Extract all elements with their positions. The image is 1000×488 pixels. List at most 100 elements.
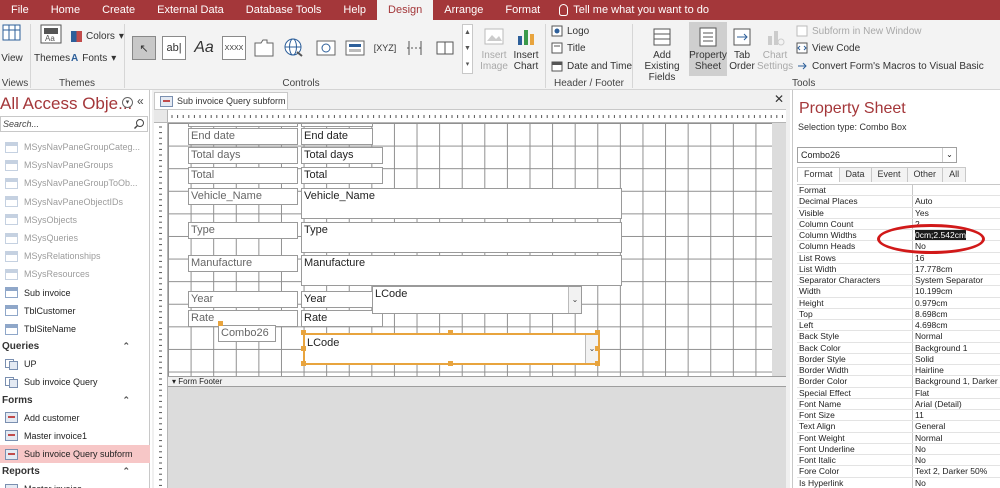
- property-row[interactable]: Special Effect Flat: [797, 387, 1000, 399]
- property-row[interactable]: Is Hyperlink No: [797, 477, 1000, 488]
- property-row[interactable]: Font Underline No: [797, 443, 1000, 455]
- form-selector[interactable]: [154, 110, 168, 123]
- gallery-scroll[interactable]: ▲ ▼ ▾: [462, 24, 473, 74]
- nav-item-msysnavpanegroupcateg[interactable]: MSysNavPaneGroupCateg...: [0, 138, 150, 156]
- property-row[interactable]: Column Heads No: [797, 241, 1000, 253]
- ribbon-tab-create[interactable]: Create: [91, 0, 146, 20]
- tell-me-box[interactable]: Tell me what you want to do: [551, 4, 709, 16]
- ribbon-tab-home[interactable]: Home: [40, 0, 91, 20]
- label-year[interactable]: Year: [188, 291, 298, 308]
- nav-search-input[interactable]: Search...: [0, 116, 148, 132]
- chevron-down-icon[interactable]: ⌄: [568, 287, 581, 313]
- property-value[interactable]: Background 1, Darker: [913, 376, 1000, 386]
- resize-handle-sw[interactable]: [301, 361, 306, 366]
- nav-item-tblsitename[interactable]: TblSiteName: [0, 320, 150, 338]
- property-value[interactable]: Text 2, Darker 50%: [913, 466, 1000, 476]
- nav-item-msysrelationships[interactable]: MSysRelationships: [0, 247, 150, 265]
- property-value[interactable]: General: [913, 421, 1000, 431]
- tab-control-tool[interactable]: [252, 36, 276, 60]
- property-value[interactable]: No: [913, 241, 1000, 251]
- document-tab[interactable]: Sub invoice Query subform: [154, 92, 288, 109]
- convert-macros-button[interactable]: Convert Form's Macros to Visual Basic: [796, 60, 984, 72]
- move-handle[interactable]: [218, 321, 223, 326]
- nav-item-add-customer[interactable]: Add customer: [0, 409, 150, 427]
- view-button[interactable]: View: [0, 23, 24, 64]
- label-total[interactable]: Total: [188, 167, 298, 184]
- nav-group-forms[interactable]: Forms ⌃: [0, 392, 150, 409]
- property-value[interactable]: Solid: [913, 354, 1000, 364]
- nav-item-msysqueries[interactable]: MSysQueries: [0, 229, 150, 247]
- label-top-partial[interactable]: [188, 123, 298, 127]
- property-value[interactable]: Flat: [913, 388, 1000, 398]
- control-selector[interactable]: Combo26 ⌄: [797, 147, 957, 163]
- property-tab-event[interactable]: Event: [870, 167, 908, 182]
- property-value[interactable]: No: [913, 444, 1000, 454]
- property-value[interactable]: Auto: [913, 196, 1000, 206]
- property-row[interactable]: Font Name Arial (Detail): [797, 398, 1000, 410]
- property-row[interactable]: Width 10.199cm: [797, 286, 1000, 298]
- title-button[interactable]: Title: [551, 42, 586, 54]
- textbox-year[interactable]: Year: [301, 291, 373, 308]
- label-total-days[interactable]: Total days: [188, 147, 298, 164]
- nav-pane-title[interactable]: All Access Obje...: [0, 94, 132, 114]
- textbox-top-partial[interactable]: [301, 123, 373, 127]
- ribbon-tab-format[interactable]: Format: [494, 0, 551, 20]
- textbox-rate[interactable]: Rate: [301, 310, 383, 327]
- nav-item-tblcustomer[interactable]: TblCustomer: [0, 302, 150, 320]
- nav-item-msysnavpanegroups[interactable]: MSysNavPaneGroups: [0, 156, 150, 174]
- chevron-up-icon[interactable]: ⌃: [122, 466, 130, 477]
- property-value[interactable]: System Separator: [913, 275, 1000, 285]
- textbox-tool[interactable]: ab|: [162, 36, 186, 60]
- nav-item-msysnavpaneobjectids[interactable]: MSysNavPaneObjectIDs: [0, 193, 150, 211]
- fonts-button[interactable]: A Fonts ▾: [71, 53, 116, 64]
- property-row[interactable]: Fore Color Text 2, Darker 50%: [797, 466, 1000, 478]
- ribbon-tab-database-tools[interactable]: Database Tools: [235, 0, 333, 20]
- property-row[interactable]: Border Style Solid: [797, 353, 1000, 365]
- hyperlink-tool[interactable]: [282, 36, 306, 60]
- insert-image-button[interactable]: Insert Image: [478, 26, 510, 72]
- property-value[interactable]: No: [913, 478, 1000, 488]
- nav-menu-icon[interactable]: ▾: [122, 97, 133, 108]
- chevron-down-icon[interactable]: ⌄: [942, 148, 956, 162]
- tab-order-button[interactable]: Tab Order: [728, 26, 756, 72]
- nav-item-master-invoice[interactable]: Master invoice: [0, 480, 150, 488]
- textbox-type[interactable]: Type: [301, 222, 622, 253]
- insert-chart-button[interactable]: Insert Chart: [511, 26, 541, 72]
- resize-handle-se[interactable]: [595, 361, 600, 366]
- nav-item-msysobjects[interactable]: MSysObjects: [0, 211, 150, 229]
- resize-handle-n[interactable]: [448, 330, 453, 335]
- property-value[interactable]: 8.698cm: [913, 309, 1000, 319]
- property-tab-data[interactable]: Data: [838, 167, 872, 182]
- resize-handle-e[interactable]: [595, 346, 600, 351]
- textbox-manufacture[interactable]: Manufacture: [301, 255, 622, 286]
- shutter-bar-close-icon[interactable]: «: [137, 94, 144, 108]
- property-value[interactable]: 10.199cm: [913, 286, 1000, 296]
- label-end-date[interactable]: End date: [188, 128, 298, 145]
- nav-item-sub-invoice-query[interactable]: Sub invoice Query: [0, 373, 150, 391]
- form-footer-bar[interactable]: ▾ Form Footer: [168, 376, 786, 387]
- textbox-total-days[interactable]: Total days: [301, 147, 383, 164]
- resize-handle-nw[interactable]: [301, 330, 306, 335]
- colors-button[interactable]: Colors ▾: [71, 31, 124, 42]
- property-row[interactable]: Text Align General: [797, 421, 1000, 433]
- close-icon[interactable]: ✕: [774, 92, 784, 106]
- property-value[interactable]: 0.979cm: [913, 298, 1000, 308]
- property-value[interactable]: Hairline: [913, 365, 1000, 375]
- textbox-total[interactable]: Total: [301, 167, 383, 184]
- property-tab-format[interactable]: Format: [797, 167, 840, 182]
- page-break-tool[interactable]: [403, 36, 427, 60]
- ribbon-tab-design[interactable]: Design: [377, 0, 434, 20]
- property-row[interactable]: Column Count 2: [797, 218, 1000, 230]
- property-row[interactable]: Border Color Background 1, Darker: [797, 376, 1000, 388]
- resize-handle-ne[interactable]: [595, 330, 600, 335]
- date-time-button[interactable]: Date and Time: [551, 60, 632, 72]
- property-row[interactable]: Separator Characters System Separator: [797, 275, 1000, 287]
- nav-item-sub-invoice-query-subform[interactable]: Sub invoice Query subform: [0, 445, 150, 463]
- label-combo26[interactable]: Combo26: [218, 325, 276, 342]
- property-row[interactable]: List Width 17.778cm: [797, 263, 1000, 275]
- textbox-end-date[interactable]: End date: [301, 128, 373, 145]
- property-row[interactable]: Font Weight Normal: [797, 432, 1000, 444]
- property-value[interactable]: Yes: [913, 208, 1000, 218]
- nav-item-msysresources[interactable]: MSysResources: [0, 265, 150, 283]
- chevron-up-icon[interactable]: ⌃: [122, 395, 130, 406]
